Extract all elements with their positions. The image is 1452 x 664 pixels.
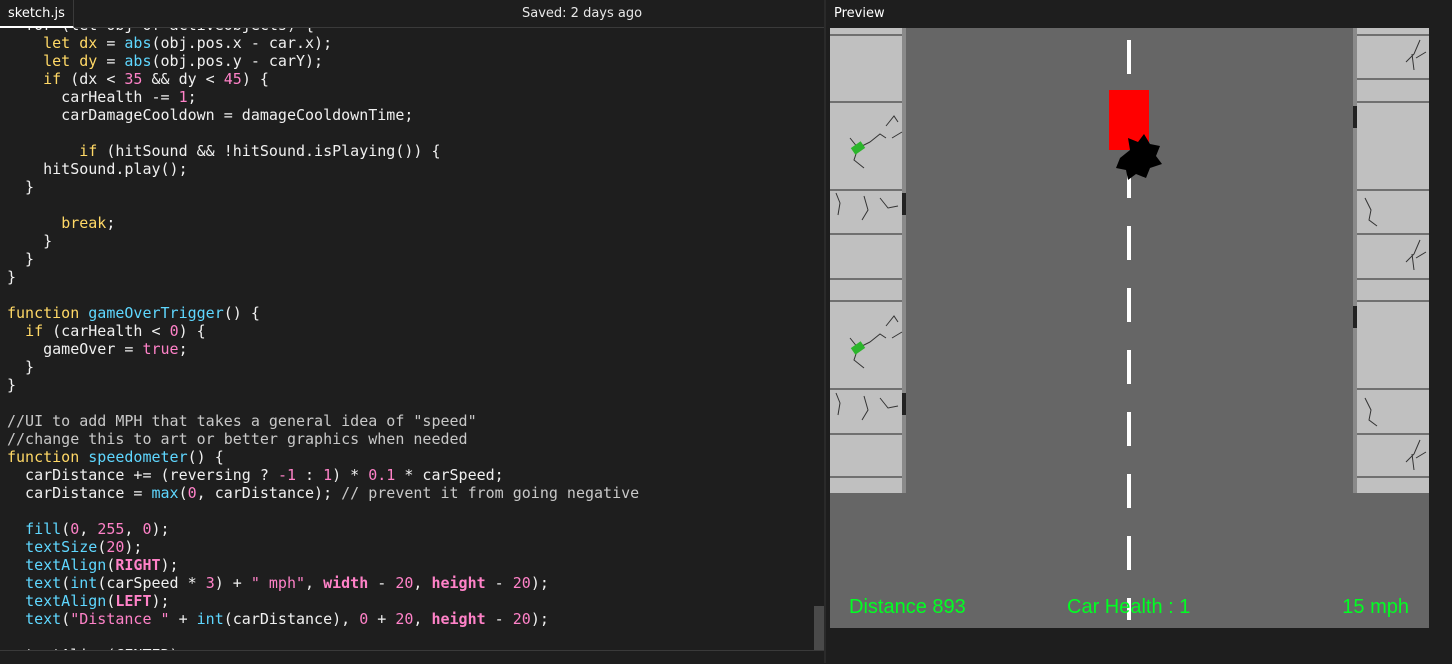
pane-divider[interactable] [824, 0, 826, 663]
code-text[interactable]: for (let obj of activeObjects) { let dx … [7, 28, 639, 650]
code-line[interactable]: textAlign(LEFT); [7, 592, 639, 610]
code-line[interactable]: carDistance = max(0, carDistance); // pr… [7, 484, 639, 502]
file-tab[interactable]: sketch.js [0, 0, 74, 28]
code-line[interactable]: break; [7, 214, 639, 232]
code-line[interactable]: } [7, 268, 639, 286]
code-line[interactable]: carHealth -= 1; [7, 88, 639, 106]
left-sidewalk [830, 28, 906, 493]
preview-canvas[interactable]: Distance 893 Car Health : 1 15 mph [830, 28, 1429, 628]
code-line[interactable] [7, 502, 639, 520]
code-line[interactable]: let dy = abs(obj.pos.y - carY); [7, 52, 639, 70]
code-line[interactable]: function speedometer() { [7, 448, 639, 466]
hud-speed: 15 mph [1342, 596, 1409, 618]
code-line[interactable]: carDamageCooldown = damageCooldownTime; [7, 106, 639, 124]
code-editor[interactable]: for (let obj of activeObjects) { let dx … [0, 28, 824, 650]
save-status: Saved: 2 days ago [522, 6, 643, 21]
hud-distance: Distance 893 [849, 596, 966, 618]
code-line[interactable]: hitSound.play(); [7, 160, 639, 178]
editor-scrollbar[interactable] [814, 606, 824, 650]
code-line[interactable]: } [7, 376, 639, 394]
code-line[interactable]: textSize(20); [7, 538, 639, 556]
game-scene [830, 28, 1429, 628]
code-line[interactable]: if (hitSound && !hitSound.isPlaying()) { [7, 142, 639, 160]
code-line[interactable]: text("Distance " + int(carDistance), 0 +… [7, 610, 639, 628]
hud-car-health: Car Health : 1 [1067, 596, 1191, 618]
editor-header: sketch.js Saved: 2 days ago [0, 0, 826, 28]
code-line[interactable]: } [7, 358, 639, 376]
code-line[interactable] [7, 124, 639, 142]
editor-footer [0, 650, 826, 664]
code-line[interactable] [7, 286, 639, 304]
code-line[interactable]: carDistance += (reversing ? -1 : 1) * 0.… [7, 466, 639, 484]
code-line[interactable]: //UI to add MPH that takes a general ide… [7, 412, 639, 430]
code-line[interactable]: if (dx < 35 && dy < 45) { [7, 70, 639, 88]
right-sidewalk [1353, 28, 1429, 493]
code-line[interactable]: } [7, 178, 639, 196]
code-line[interactable]: if (carHealth < 0) { [7, 322, 639, 340]
code-line[interactable]: fill(0, 255, 0); [7, 520, 639, 538]
code-line[interactable]: function gameOverTrigger() { [7, 304, 639, 322]
code-line[interactable] [7, 394, 639, 412]
code-line[interactable]: text(int(carSpeed * 3) + " mph", width -… [7, 574, 639, 592]
code-line[interactable] [7, 196, 639, 214]
preview-label: Preview [834, 6, 885, 21]
code-line[interactable]: } [7, 250, 639, 268]
code-line[interactable]: //change this to art or better graphics … [7, 430, 639, 448]
code-line[interactable] [7, 628, 639, 646]
code-line[interactable]: let dx = abs(obj.pos.x - car.x); [7, 34, 639, 52]
code-line[interactable]: textAlign(RIGHT); [7, 556, 639, 574]
code-line[interactable]: } [7, 232, 639, 250]
code-line[interactable]: gameOver = true; [7, 340, 639, 358]
